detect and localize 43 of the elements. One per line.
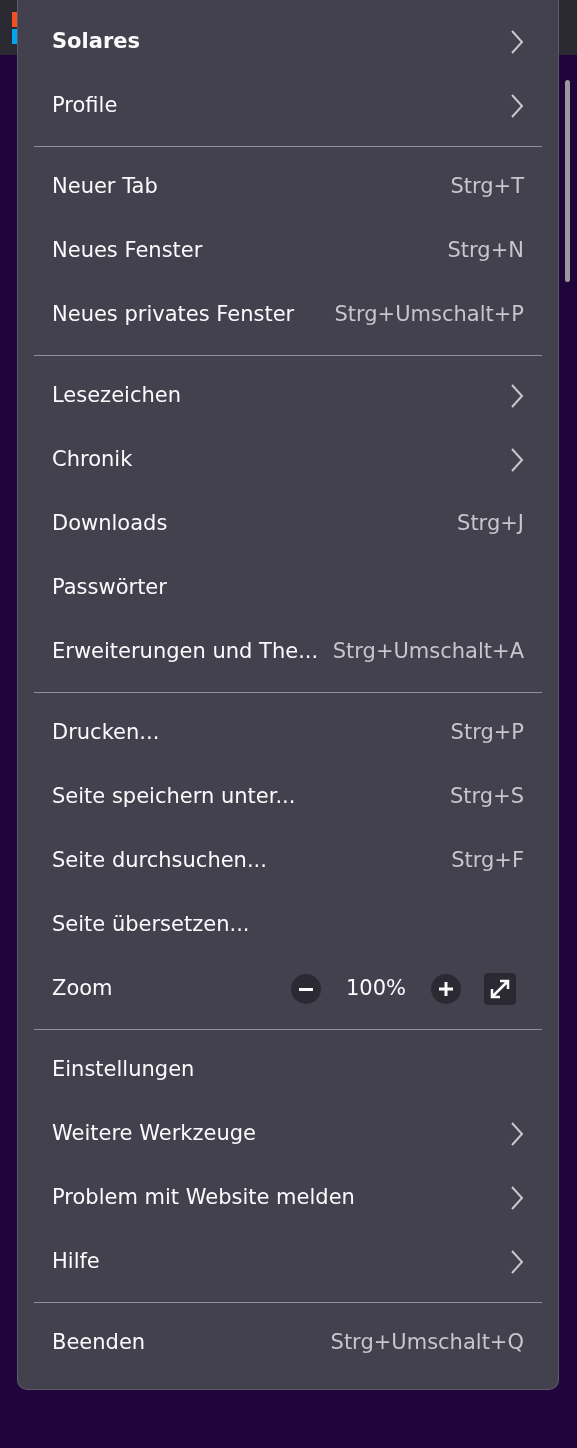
- fullscreen-button[interactable]: [484, 973, 516, 1005]
- shortcut-label: Strg+S: [449, 783, 524, 811]
- menu-item[interactable]: Problem mit Website melden: [18, 1166, 558, 1230]
- shortcut-label: Strg+J: [457, 510, 524, 538]
- menu-item[interactable]: Seite durchsuchen... Strg+F: [18, 829, 558, 893]
- plus-icon: [439, 982, 453, 996]
- chevron-right-icon: [510, 383, 524, 409]
- menu-item[interactable]: Solares: [18, 10, 558, 74]
- menu-item[interactable]: Profile: [18, 74, 558, 138]
- shortcut-label: Strg+T: [450, 173, 524, 201]
- menu-item[interactable]: Beenden Strg+Umschalt+Q: [18, 1311, 558, 1375]
- zoom-level: 100%: [344, 975, 407, 1003]
- menu-item[interactable]: Einstellungen: [18, 1038, 558, 1102]
- shortcut-label: Strg+Umschalt+P: [334, 301, 524, 329]
- shortcut-label: Strg+P: [450, 719, 524, 747]
- shortcut-label: Strg+F: [451, 847, 524, 875]
- chevron-right-icon: [510, 1185, 524, 1211]
- menu-item[interactable]: Seite übersetzen...: [18, 893, 558, 957]
- shortcut-label: Strg+N: [447, 237, 524, 265]
- chevron-right-icon: [510, 1121, 524, 1147]
- shortcut-label: Strg+Umschalt+Q: [330, 1329, 524, 1357]
- zoom-in-button[interactable]: [431, 974, 461, 1004]
- menu-item[interactable]: Neues Fenster Strg+N: [18, 219, 558, 283]
- minus-icon: [299, 987, 313, 991]
- menu-item[interactable]: Lesezeichen: [18, 364, 558, 428]
- zoom-out-button[interactable]: [291, 974, 321, 1004]
- zoom-label: Zoom: [52, 975, 113, 1003]
- menu-item[interactable]: Drucken... Strg+P: [18, 701, 558, 765]
- menu-item[interactable]: Passwörter: [18, 556, 558, 620]
- shortcut-label: Strg+Umschalt+A: [332, 638, 524, 666]
- menu-item[interactable]: Downloads Strg+J: [18, 492, 558, 556]
- menu-item[interactable]: Seite speichern unter... Strg+S: [18, 765, 558, 829]
- chevron-right-icon: [510, 1249, 524, 1275]
- chevron-right-icon: [510, 93, 524, 119]
- menu-item[interactable]: Weitere Werkzeuge: [18, 1102, 558, 1166]
- menu-item[interactable]: Neues privates Fenster Strg+Umschalt+P: [18, 283, 558, 347]
- menu-item[interactable]: Chronik: [18, 428, 558, 492]
- menu-item[interactable]: Erweiterungen und The... Strg+Umschalt+A: [18, 620, 558, 684]
- chevron-right-icon: [510, 447, 524, 473]
- chevron-right-icon: [510, 29, 524, 55]
- menu-item[interactable]: Neuer Tab Strg+T: [18, 155, 558, 219]
- menu-item[interactable]: Hilfe: [18, 1230, 558, 1294]
- expand-arrows-icon: [489, 978, 511, 1000]
